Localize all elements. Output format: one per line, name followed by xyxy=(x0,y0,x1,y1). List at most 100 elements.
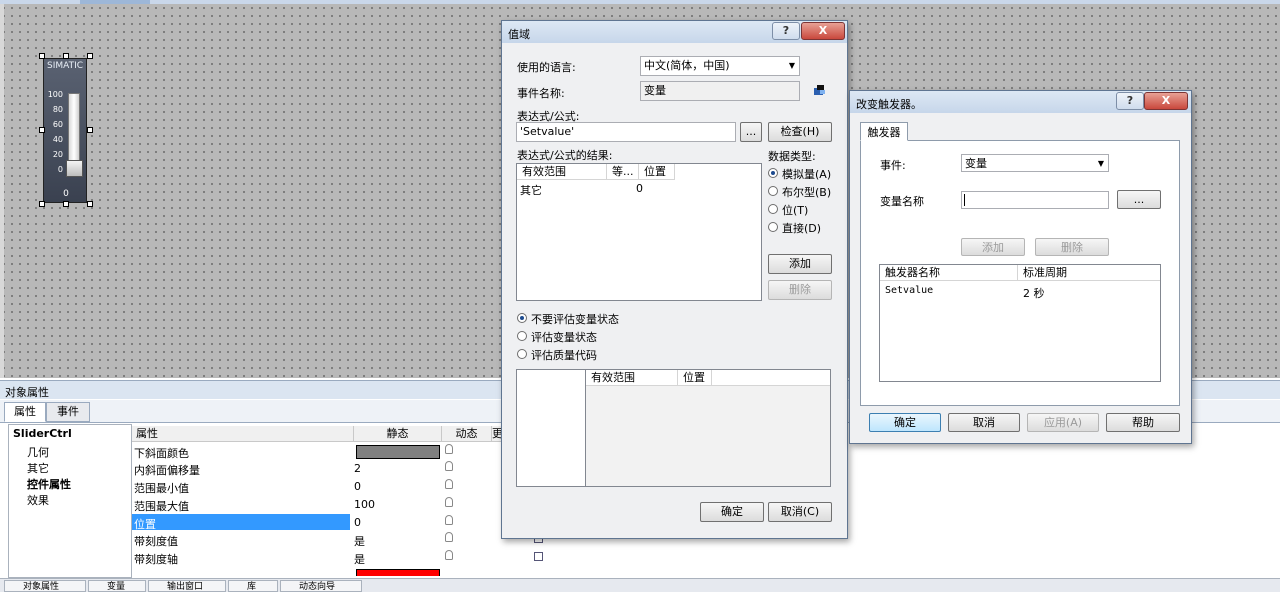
trigger-ok-button[interactable]: 确定 xyxy=(869,413,941,432)
taskbar-dynamic-wizard[interactable]: 动态向导 xyxy=(280,580,362,592)
tag-selection-icon[interactable] xyxy=(812,83,826,97)
property-row[interactable]: 带刻度值 是 xyxy=(132,531,543,548)
dynamic-bulb-icon[interactable] xyxy=(445,532,453,542)
dynamic-bulb-icon[interactable] xyxy=(445,461,453,471)
property-row[interactable]: 范围最大值 100 xyxy=(132,496,542,513)
trigger-delete-button[interactable]: 删除 xyxy=(1035,238,1109,256)
tree-node-effects[interactable]: 效果 xyxy=(27,492,49,508)
property-row[interactable]: 带刻度轴 是 xyxy=(132,549,543,566)
expression-browse-button[interactable]: ... xyxy=(740,122,762,142)
result-col-position[interactable]: 位置 xyxy=(639,164,675,180)
close-icon[interactable]: X xyxy=(801,22,845,40)
help-icon[interactable]: ? xyxy=(1116,92,1144,110)
range-tree-pane[interactable] xyxy=(516,369,586,487)
result-row-range[interactable]: 其它 xyxy=(520,182,542,198)
selection-handle[interactable] xyxy=(63,53,69,59)
update-checkbox[interactable] xyxy=(534,552,543,561)
property-row[interactable]: 内斜面偏移量 2 xyxy=(132,460,542,477)
detail-col-blank xyxy=(712,370,830,386)
taskbar-library[interactable]: 库 xyxy=(228,580,278,592)
eval-option[interactable]: 评估质量代码 xyxy=(531,347,597,363)
tree-node-other[interactable]: 其它 xyxy=(27,460,49,476)
language-select[interactable]: 中文(简体，中国) xyxy=(640,56,800,76)
dynamic-bulb-icon[interactable] xyxy=(445,550,453,560)
result-list[interactable]: 有效范围 等... 位置 其它 0 xyxy=(516,163,762,301)
help-icon[interactable]: ? xyxy=(772,22,800,40)
trigger-list[interactable]: 触发器名称 标准周期 Setvalue 2 秒 xyxy=(879,264,1161,382)
selection-handle[interactable] xyxy=(39,127,45,133)
tab-trigger[interactable]: 触发器 xyxy=(860,122,908,141)
data-type-boolean-radio[interactable] xyxy=(768,186,778,196)
slider-scale-label: 20 xyxy=(52,150,63,159)
data-type-analog-radio[interactable] xyxy=(768,168,778,178)
event-select[interactable]: 变量 xyxy=(961,154,1109,172)
result-col-range[interactable]: 有效范围 xyxy=(517,164,607,180)
slider-control[interactable]: SIMATIC 100 80 60 40 20 0 0 xyxy=(43,58,87,203)
delete-button[interactable]: 删除 xyxy=(768,280,832,300)
slider-scale-label: 40 xyxy=(52,135,63,144)
selection-handle[interactable] xyxy=(87,53,93,59)
selection-handle[interactable] xyxy=(39,201,45,207)
property-row-selected[interactable]: 位置 0 xyxy=(132,514,542,531)
trigger-col-cycle[interactable]: 标准周期 xyxy=(1018,265,1160,281)
trigger-help-button[interactable]: 帮助 xyxy=(1106,413,1180,432)
text-caret xyxy=(964,194,965,206)
trigger-apply-button[interactable]: 应用(A) xyxy=(1027,413,1099,432)
taskbar-output-window[interactable]: 输出窗口 xyxy=(148,580,226,592)
dynamic-bulb-icon[interactable] xyxy=(445,479,453,489)
trigger-cancel-button[interactable]: 取消 xyxy=(948,413,1020,432)
cancel-button[interactable]: 取消(C) xyxy=(768,502,832,522)
result-row-value[interactable]: 0 xyxy=(636,182,643,195)
data-type-option[interactable]: 布尔型(B) xyxy=(782,184,831,200)
tree-node-control-properties[interactable]: 控件属性 xyxy=(27,476,71,492)
dynamic-bulb-icon[interactable] xyxy=(445,497,453,507)
slider-thumb[interactable] xyxy=(66,160,83,177)
check-button[interactable]: 检查(H) xyxy=(768,122,832,142)
ok-button[interactable]: 确定 xyxy=(700,502,764,522)
data-type-bit-radio[interactable] xyxy=(768,204,778,214)
detail-col-position[interactable]: 位置 xyxy=(678,370,712,386)
selection-handle[interactable] xyxy=(87,201,93,207)
property-row[interactable] xyxy=(132,567,542,576)
data-type-direct-radio[interactable] xyxy=(768,222,778,232)
trigger-row-name[interactable]: Setvalue xyxy=(885,285,933,296)
color-swatch[interactable] xyxy=(356,569,440,576)
trigger-row-cycle[interactable]: 2 秒 xyxy=(1023,285,1045,301)
grid-header-dynamic: 动态 xyxy=(442,426,492,442)
data-type-option[interactable]: 位(T) xyxy=(782,202,808,218)
tab-events[interactable]: 事件 xyxy=(46,402,90,422)
taskbar-object-properties[interactable]: 对象属性 xyxy=(4,580,86,592)
eval-status-radio[interactable] xyxy=(517,331,527,341)
selection-handle[interactable] xyxy=(39,53,45,59)
tab-properties[interactable]: 属性 xyxy=(4,402,46,422)
property-name: 带刻度值 xyxy=(134,535,178,548)
eval-none-radio[interactable] xyxy=(517,313,527,323)
data-type-option[interactable]: 模拟量(A) xyxy=(782,166,831,182)
result-col-equal[interactable]: 等... xyxy=(607,164,639,180)
data-type-option[interactable]: 直接(D) xyxy=(782,220,821,236)
property-name: 带刻度轴 xyxy=(134,553,178,566)
eval-option[interactable]: 不要评估变量状态 xyxy=(531,311,619,327)
eval-option[interactable]: 评估变量状态 xyxy=(531,329,597,345)
dynamic-bulb-icon[interactable] xyxy=(445,515,453,525)
selection-handle[interactable] xyxy=(87,127,93,133)
tree-node-geometry[interactable]: 几何 xyxy=(27,444,49,460)
add-button[interactable]: 添加 xyxy=(768,254,832,274)
trigger-col-name[interactable]: 触发器名称 xyxy=(880,265,1018,281)
expression-input[interactable]: 'Setvalue' xyxy=(516,122,736,142)
eval-quality-radio[interactable] xyxy=(517,349,527,359)
tag-browse-button[interactable]: ... xyxy=(1117,190,1161,209)
property-row[interactable]: 下斜面颜色 xyxy=(132,443,542,460)
close-icon[interactable]: X xyxy=(1144,92,1188,110)
selection-handle[interactable] xyxy=(63,201,69,207)
range-detail-list[interactable]: 有效范围 位置 xyxy=(585,369,831,487)
detail-col-range[interactable]: 有效范围 xyxy=(586,370,678,386)
taskbar-tags[interactable]: 变量 xyxy=(88,580,146,592)
tag-name-input[interactable] xyxy=(961,191,1109,209)
property-name: 范围最大值 xyxy=(134,500,189,513)
tree-root[interactable]: SliderCtrl xyxy=(13,427,72,440)
dynamic-bulb-icon[interactable] xyxy=(445,444,453,454)
color-swatch[interactable] xyxy=(356,445,440,459)
trigger-add-button[interactable]: 添加 xyxy=(961,238,1025,256)
property-row[interactable]: 范围最小值 0 xyxy=(132,478,542,495)
